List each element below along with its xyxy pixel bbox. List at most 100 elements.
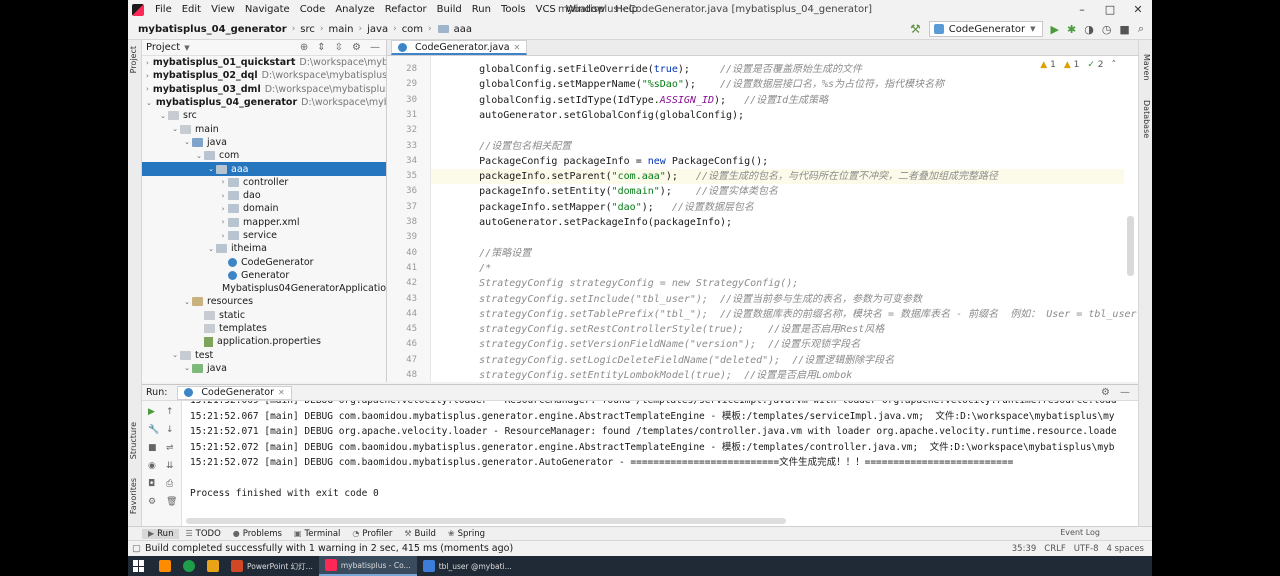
chevron-down-icon[interactable]: ⌄ bbox=[194, 152, 204, 160]
tree-item[interactable]: › controller bbox=[142, 176, 386, 189]
database-tool-tab[interactable]: Database bbox=[1142, 100, 1151, 138]
gear-icon[interactable]: ⚙ bbox=[352, 42, 361, 53]
chevron-right-icon[interactable]: › bbox=[218, 232, 228, 240]
code-line[interactable]: strategyConfig.setEntityLombokModel(true… bbox=[431, 368, 852, 382]
breadcrumb-com[interactable]: com bbox=[400, 24, 425, 35]
windows-start-icon[interactable] bbox=[133, 560, 145, 572]
code-line[interactable]: packageInfo.setEntity("domain"); //设置实体类… bbox=[431, 184, 778, 199]
tree-item[interactable]: Mybatisplus04GeneratorApplication bbox=[142, 282, 386, 295]
structure-tool-tab[interactable]: Structure bbox=[129, 422, 138, 459]
tree-item[interactable]: › mybatisplus_01_quickstart D:\workspace\m… bbox=[142, 56, 386, 69]
project-tool-tab[interactable]: Project bbox=[129, 46, 138, 73]
camera-icon[interactable]: ◘ bbox=[148, 479, 155, 489]
trash-icon[interactable]: 🗑 bbox=[166, 497, 177, 507]
chevron-down-icon[interactable]: ⌄ bbox=[146, 99, 152, 107]
close-tab-icon[interactable]: ✕ bbox=[514, 43, 521, 52]
tool-window-build[interactable]: ⚒ Build bbox=[398, 529, 442, 539]
event-log-button[interactable]: Event Log bbox=[1060, 528, 1100, 537]
caret-position[interactable]: 35:39 bbox=[1012, 541, 1037, 556]
code-line[interactable]: strategyConfig.setInclude("tbl_user"); /… bbox=[431, 292, 922, 307]
code-line[interactable]: StrategyConfig strategyConfig = new Stra… bbox=[431, 276, 798, 291]
close-tab-icon[interactable]: ✕ bbox=[278, 388, 285, 397]
taskbar-app[interactable] bbox=[177, 556, 201, 576]
tree-item[interactable]: ⌄ com bbox=[142, 149, 386, 162]
chevron-up-icon[interactable]: ˄ bbox=[1112, 60, 1117, 70]
code-line[interactable]: autoGenerator.setGlobalConfig(globalConf… bbox=[431, 108, 744, 123]
tree-item[interactable]: ⌄ java bbox=[142, 362, 386, 375]
stop-icon[interactable]: ■ bbox=[1119, 23, 1129, 36]
menu-edit[interactable]: Edit bbox=[177, 0, 206, 19]
menu-file[interactable]: File bbox=[150, 0, 177, 19]
tool-window-run[interactable]: ▶ Run bbox=[142, 528, 180, 539]
breadcrumb-module[interactable]: mybatisplus_04_generator bbox=[136, 24, 289, 35]
menu-navigate[interactable]: Navigate bbox=[240, 0, 295, 19]
tree-item[interactable]: ⌄ main bbox=[142, 122, 386, 135]
expand-all-icon[interactable]: ⇕ bbox=[317, 42, 325, 53]
taskbar-app[interactable] bbox=[153, 556, 177, 576]
stop-icon[interactable]: ■ bbox=[148, 443, 157, 453]
tree-item[interactable]: ⌄ mybatisplus_04_generator D:\workspace\my… bbox=[142, 96, 386, 109]
scrollbar-thumb[interactable] bbox=[1127, 216, 1134, 276]
profile-icon[interactable]: ◷ bbox=[1102, 23, 1112, 36]
chevron-down-icon[interactable]: ⌄ bbox=[158, 112, 168, 120]
tree-item[interactable]: Generator bbox=[142, 269, 386, 282]
code-line[interactable]: strategyConfig.setLogicDeleteFieldName("… bbox=[431, 353, 894, 368]
run-icon[interactable]: ▶ bbox=[1051, 23, 1059, 36]
tree-item[interactable]: › dao bbox=[142, 189, 386, 202]
line-separator[interactable]: CRLF bbox=[1044, 541, 1065, 556]
menu-view[interactable]: View bbox=[206, 0, 240, 19]
tool-window-problems[interactable]: ● Problems bbox=[227, 529, 288, 539]
code-line[interactable]: /* bbox=[431, 261, 491, 276]
chevron-down-icon[interactable]: ⌄ bbox=[170, 351, 180, 359]
code-line[interactable]: strategyConfig.setRestControllerStyle(tr… bbox=[431, 322, 884, 337]
breadcrumb-src[interactable]: src bbox=[298, 24, 317, 35]
maximize-button[interactable]: □ bbox=[1096, 0, 1124, 19]
indent-setting[interactable]: 4 spaces bbox=[1107, 541, 1144, 556]
code-area[interactable]: globalConfig.setFileOverride(true); //设置… bbox=[431, 56, 1137, 382]
chevron-right-icon[interactable]: › bbox=[218, 218, 228, 226]
maven-tool-tab[interactable]: Maven bbox=[1142, 54, 1151, 81]
run-configuration-select[interactable]: CodeGenerator ▼ bbox=[928, 21, 1043, 37]
search-icon[interactable]: ⌕ bbox=[1138, 22, 1144, 36]
menu-tools[interactable]: Tools bbox=[496, 0, 531, 19]
tree-item[interactable]: › domain bbox=[142, 202, 386, 215]
tree-item[interactable]: › service bbox=[142, 229, 386, 242]
status-message[interactable]: Build completed successfully with 1 warn… bbox=[145, 543, 513, 554]
menu-refactor[interactable]: Refactor bbox=[380, 0, 432, 19]
inspection-widget[interactable]: ▲ 1 ▲ 1 ✓ 2 ˄ bbox=[1040, 60, 1116, 70]
menu-analyze[interactable]: Analyze bbox=[330, 0, 379, 19]
editor-scrollbar[interactable] bbox=[1126, 56, 1134, 382]
editor-tab-codegenerator[interactable]: CodeGenerator.java ✕ bbox=[391, 40, 528, 55]
chevron-right-icon[interactable]: › bbox=[146, 72, 149, 80]
tool-window-terminal[interactable]: ▣ Terminal bbox=[288, 529, 346, 539]
chevron-down-icon[interactable]: ⌄ bbox=[206, 165, 216, 173]
menu-vcs[interactable]: VCS bbox=[531, 0, 561, 19]
console-horizontal-scrollbar[interactable] bbox=[186, 518, 786, 524]
chevron-down-icon[interactable]: ▼ bbox=[184, 44, 189, 52]
taskbar-app[interactable]: tbl_user @mybati... bbox=[417, 556, 518, 576]
wrench-icon[interactable]: 🔧 bbox=[148, 425, 159, 435]
code-line[interactable]: strategyConfig.setTablePrefix("tbl_"); /… bbox=[431, 307, 1136, 322]
code-line[interactable]: strategyConfig.setVersionFieldName("vers… bbox=[431, 337, 860, 352]
tree-item[interactable]: static bbox=[142, 309, 386, 322]
code-line[interactable]: PackageConfig packageInfo = new PackageC… bbox=[431, 154, 768, 169]
tree-item[interactable]: templates bbox=[142, 322, 386, 335]
tree-item[interactable]: ⌄ resources bbox=[142, 295, 386, 308]
tool-window-todo[interactable]: ☰ TODO bbox=[179, 529, 226, 539]
scroll-up-icon[interactable]: ↑ bbox=[166, 407, 174, 417]
debug-icon[interactable]: ✱ bbox=[1067, 23, 1076, 36]
chevron-right-icon[interactable]: › bbox=[146, 85, 149, 93]
tree-item[interactable]: CodeGenerator bbox=[142, 255, 386, 268]
code-line[interactable]: autoGenerator.setPackageInfo(packageInfo… bbox=[431, 215, 732, 230]
code-line[interactable]: //设置包名相关配置 bbox=[431, 139, 571, 154]
chevron-right-icon[interactable]: › bbox=[218, 192, 228, 200]
taskbar-app[interactable] bbox=[201, 556, 225, 576]
tool-window-spring[interactable]: ❀ Spring bbox=[442, 529, 491, 539]
settings-icon[interactable]: ⚙ bbox=[148, 497, 156, 507]
soft-wrap-icon[interactable]: ⇌ bbox=[166, 443, 174, 453]
chevron-down-icon[interactable]: ⌄ bbox=[182, 298, 192, 306]
coverage-icon[interactable]: ◑ bbox=[1084, 23, 1094, 36]
code-line[interactable]: packageInfo.setParent("com.aaa"); //设置生成… bbox=[431, 169, 1124, 185]
status-window-icon[interactable]: ▢ bbox=[132, 543, 141, 554]
tree-item[interactable]: ⌄ itheima bbox=[142, 242, 386, 255]
